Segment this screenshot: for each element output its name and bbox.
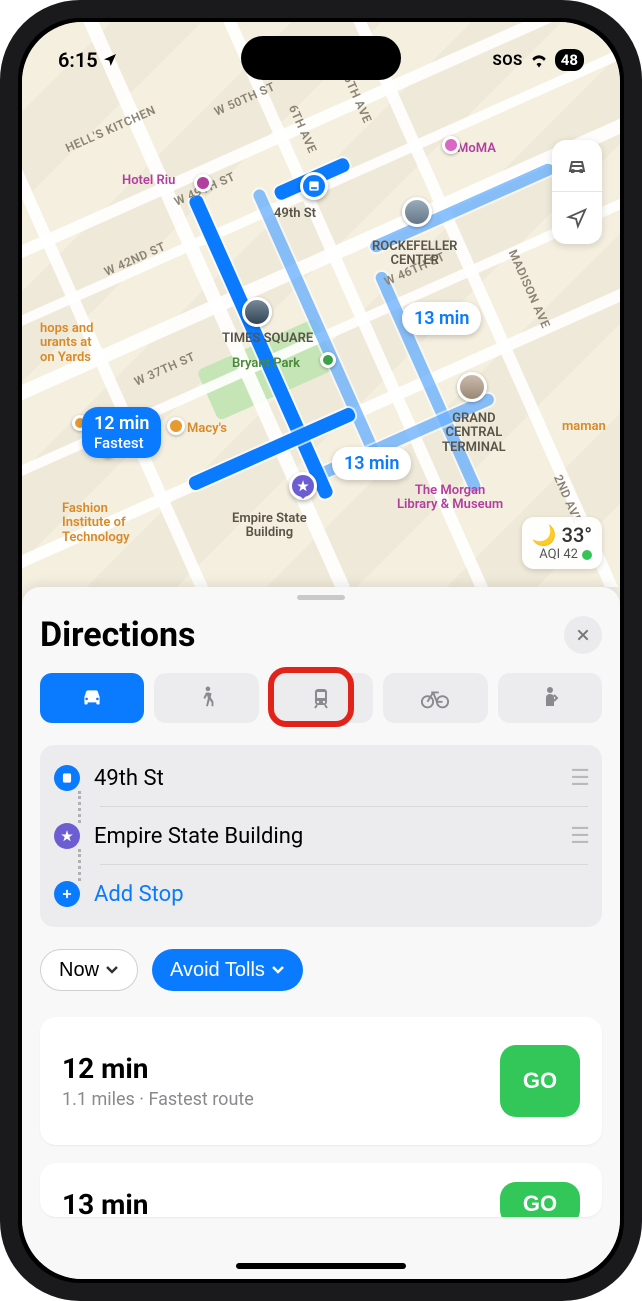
- route-option-1[interactable]: 12 min 1.1 miles · Fastest route GO: [40, 1017, 602, 1145]
- map-pin-start[interactable]: [300, 172, 328, 200]
- map-mode-button[interactable]: [552, 140, 602, 192]
- dynamic-island: [241, 36, 401, 80]
- street-madison: MADISON AVE: [506, 248, 553, 331]
- chevron-down-icon: [105, 965, 119, 975]
- map-canvas[interactable]: HELL'S KITCHEN W 50TH ST W 49TH ST 6TH A…: [22, 22, 620, 587]
- poi-dot-macys[interactable]: [167, 417, 185, 435]
- chevron-down-icon: [271, 965, 285, 975]
- poi-morgan[interactable]: The Morgan Library & Museum: [397, 484, 503, 513]
- map-controls: [552, 140, 602, 244]
- directions-panel[interactable]: Directions: [22, 587, 620, 1279]
- route-bubble-alt1[interactable]: 13 min: [402, 302, 481, 335]
- poi-macys[interactable]: Macy's: [187, 422, 227, 436]
- poi-hudson-yards[interactable]: hops and urants at on Yards: [40, 322, 93, 365]
- reorder-handle-icon[interactable]: ☰: [570, 766, 588, 791]
- battery-indicator: 48: [555, 49, 584, 71]
- go-button-1[interactable]: GO: [500, 1045, 580, 1117]
- avoid-tolls-pill[interactable]: Avoid Tolls: [152, 949, 303, 991]
- star-icon: [54, 823, 80, 849]
- poi-moma[interactable]: MoMA: [457, 142, 496, 156]
- panel-drag-handle[interactable]: [297, 595, 345, 600]
- poi-rockefeller[interactable]: ROCKEFELLER CENTER: [372, 240, 457, 269]
- mode-rideshare-tab[interactable]: [498, 673, 602, 723]
- go-button-2[interactable]: GO: [500, 1182, 580, 1217]
- route-bubble-alt2[interactable]: 13 min: [332, 447, 411, 480]
- poi-circle-grand-central[interactable]: [457, 372, 487, 402]
- poi-times-square[interactable]: TIMES SQUARE: [222, 332, 313, 346]
- close-button[interactable]: [564, 616, 602, 654]
- stops-card: 49th St ☰ Empire State Building ☰ Add St…: [40, 745, 602, 927]
- route-bubble-primary[interactable]: 12 min Fastest: [82, 407, 161, 458]
- filter-row: Now Avoid Tolls: [40, 949, 602, 991]
- transport-mode-tabs: [40, 673, 602, 723]
- route-primary-time: 12 min: [94, 413, 149, 434]
- stop-start-label: 49th St: [94, 766, 556, 791]
- poi-grand-central[interactable]: GRAND CENTRAL TERMINAL: [442, 412, 506, 455]
- mode-walk-tab[interactable]: [154, 673, 258, 723]
- stop-row-start[interactable]: 49th St ☰: [54, 749, 588, 807]
- weather-aqi: AQI 42: [539, 547, 578, 563]
- status-time: 6:15: [58, 48, 98, 72]
- mode-cycle-tab[interactable]: [383, 673, 487, 723]
- poi-circle-rockefeller[interactable]: [402, 197, 432, 227]
- poi-maman[interactable]: maman: [562, 420, 606, 434]
- poi-dot-hotel-riu[interactable]: [194, 174, 212, 192]
- mode-drive-tab[interactable]: [40, 673, 144, 723]
- route2-time: 13 min: [62, 1188, 148, 1218]
- poi-hotel-riu[interactable]: Hotel Riu: [122, 174, 175, 188]
- moon-icon: 🌙: [532, 523, 557, 547]
- panel-title: Directions: [40, 615, 196, 655]
- route1-sub: 1.1 miles · Fastest route: [62, 1089, 254, 1110]
- map-pin-destination[interactable]: [289, 472, 317, 500]
- phone-frame: 6:15 SOS 48: [0, 0, 642, 1301]
- poi-49th[interactable]: 49th St: [274, 207, 316, 221]
- poi-dot-moma[interactable]: [442, 136, 460, 154]
- stop-row-dest[interactable]: Empire State Building ☰: [54, 807, 588, 865]
- route1-time: 12 min: [62, 1052, 254, 1085]
- add-stop-row[interactable]: Add Stop: [54, 865, 588, 923]
- depart-time-pill[interactable]: Now: [40, 949, 138, 991]
- plus-icon: [54, 881, 80, 907]
- aqi-dot-icon: [582, 550, 592, 560]
- sos-indicator: SOS: [492, 51, 522, 69]
- mode-transit-tab[interactable]: [269, 673, 373, 723]
- wifi-icon: [529, 52, 549, 68]
- depart-time-label: Now: [59, 959, 99, 982]
- avoid-tolls-label: Avoid Tolls: [170, 959, 265, 982]
- route-primary-sub: Fastest: [94, 434, 149, 452]
- poi-fit[interactable]: Fashion Institute of Technology: [62, 502, 130, 545]
- home-indicator[interactable]: [236, 1263, 406, 1269]
- stop-dest-label: Empire State Building: [94, 824, 556, 849]
- poi-circle-times-square[interactable]: [242, 297, 272, 327]
- poi-esb-label[interactable]: Empire State Building: [232, 512, 307, 541]
- poi-dot-bryant[interactable]: [320, 352, 336, 368]
- route-option-2[interactable]: 13 min GO: [40, 1163, 602, 1217]
- street-w37: W 37TH ST: [132, 349, 197, 388]
- screen: 6:15 SOS 48: [22, 22, 620, 1279]
- weather-widget[interactable]: 🌙 33° AQI 42: [522, 517, 602, 569]
- location-arrow-icon: [102, 52, 118, 68]
- poi-bryant-park[interactable]: Bryant Park: [232, 357, 300, 371]
- locate-me-button[interactable]: [552, 192, 602, 244]
- add-stop-label: Add Stop: [94, 882, 588, 907]
- reorder-handle-icon[interactable]: ☰: [570, 824, 588, 849]
- transit-icon: [54, 765, 80, 791]
- weather-temp: 33°: [562, 523, 592, 547]
